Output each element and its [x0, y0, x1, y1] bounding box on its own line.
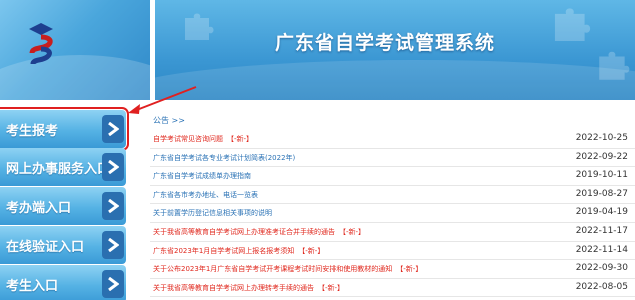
- annotation-arrow: [128, 86, 197, 114]
